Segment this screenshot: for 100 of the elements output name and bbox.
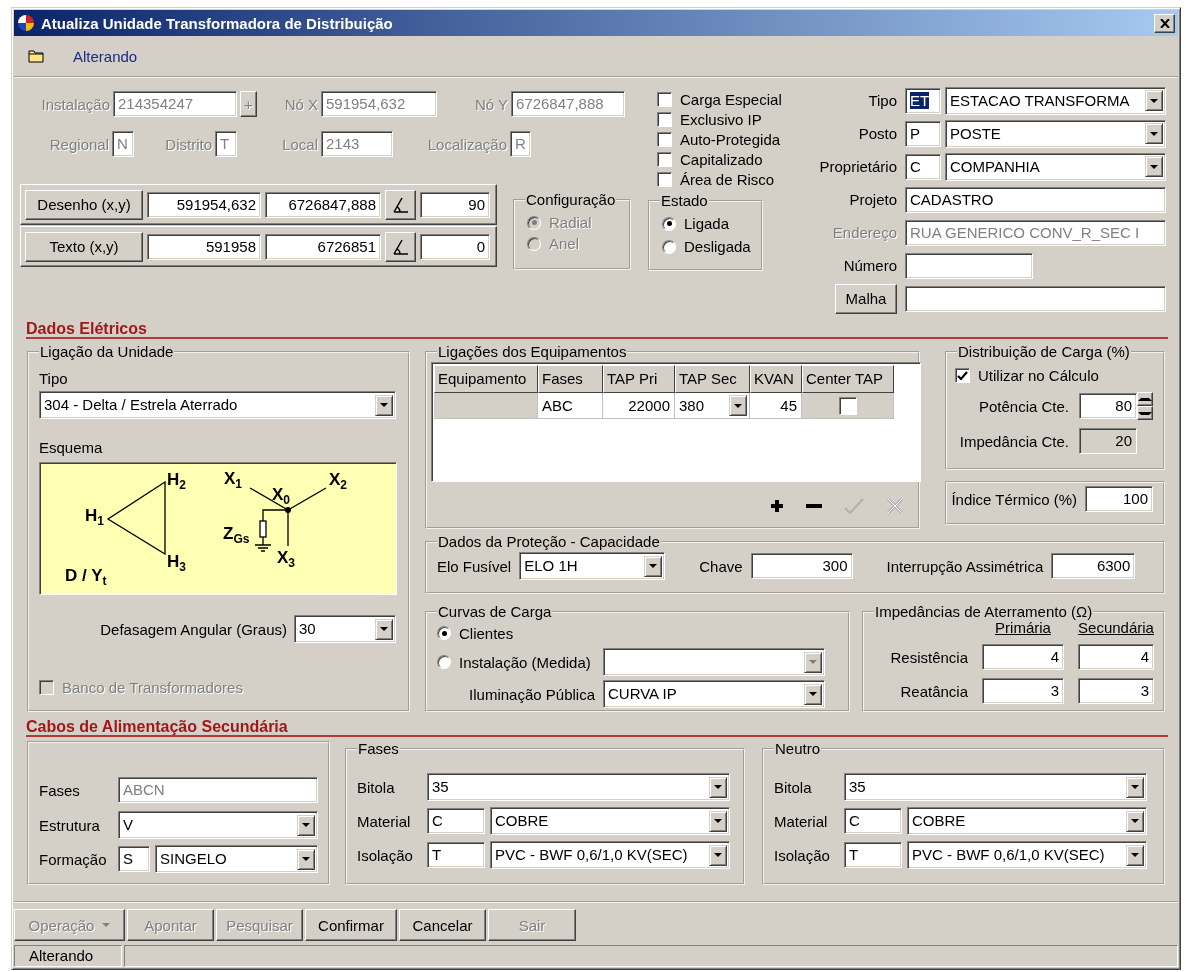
input-field[interactable]: C [844, 808, 902, 834]
spin-down-button[interactable] [1137, 406, 1153, 420]
field-label: Proprietário [818, 158, 897, 175]
checkbox[interactable] [657, 171, 672, 187]
dropdown-field[interactable]: COBRE [907, 807, 1147, 835]
input-field[interactable]: 0 [420, 233, 490, 260]
dropdown-button[interactable] [375, 394, 393, 416]
input-field[interactable]: 591958 [147, 233, 261, 260]
input-field[interactable]: 6726851 [265, 233, 381, 260]
diagram-label: H$_{2}$ [167, 471, 186, 495]
dropdown-field[interactable]: V [118, 811, 318, 839]
dropdown-field[interactable]: SINGELO [155, 845, 318, 873]
dropdown-field[interactable]: COBRE [490, 807, 730, 835]
dropdown-field[interactable]: ELO 1H [519, 552, 666, 580]
dropdown-button[interactable] [297, 848, 315, 870]
dropdown-button[interactable] [1145, 123, 1163, 144]
angle-button[interactable] [385, 231, 416, 262]
input-field[interactable]: 3 [982, 678, 1064, 704]
field-label: Nó Y [473, 95, 508, 113]
dropdown-field[interactable]: 35 [844, 773, 1147, 801]
dropdown-button[interactable] [644, 555, 663, 577]
field-label: Isolação [357, 846, 414, 864]
input-field[interactable]: 20 [1079, 428, 1137, 454]
checkbox[interactable] [657, 131, 672, 147]
radio-button[interactable] [662, 216, 676, 231]
field-label: Resistência [890, 648, 968, 666]
input-field[interactable]: 90 [420, 191, 490, 218]
malha-button[interactable]: Malha [835, 283, 897, 314]
plus-icon[interactable] [770, 499, 784, 513]
input-field[interactable]: 80 [1079, 393, 1137, 419]
close-button[interactable] [1154, 13, 1175, 33]
column-header: Fases [538, 365, 603, 393]
group-title: Ligações dos Equipamentos [438, 343, 627, 360]
dropdown-field[interactable]: PVC - BWF 0,6/1,0 KV(SEC) [490, 841, 730, 869]
field-label: Formação [39, 850, 108, 868]
input-field[interactable]: 4 [1078, 644, 1154, 670]
coordinate-button[interactable]: Texto (x,y) [25, 231, 143, 262]
column-header: Primária [995, 620, 1051, 636]
radio-button[interactable] [437, 626, 451, 640]
button[interactable]: Confirmar [305, 909, 397, 941]
dropdown-field[interactable]: 35 [427, 773, 730, 801]
input-field[interactable]: 591954,632 [147, 191, 261, 218]
checkbox[interactable] [657, 111, 672, 127]
checkbox-label: Área de Risco [680, 170, 775, 188]
diagram-label: Z$_{Gs}$ [223, 525, 250, 549]
dropdown-button[interactable] [709, 810, 727, 832]
input-field[interactable]: S [118, 846, 150, 872]
checkbox[interactable] [955, 368, 970, 383]
dropdown-button[interactable] [1145, 156, 1163, 177]
input-field[interactable] [905, 252, 1033, 279]
column-header: Equipamento [434, 365, 538, 393]
input-field[interactable]: 100 [1085, 486, 1153, 512]
dropdown-button[interactable] [709, 844, 727, 866]
field-label: Regional [48, 135, 109, 153]
input-field[interactable]: T [427, 842, 485, 868]
dropdown-button[interactable] [1126, 776, 1144, 798]
dropdown-button[interactable] [1126, 844, 1144, 866]
input-field[interactable]: ET [905, 87, 941, 114]
dropdown-field[interactable]: 30 [294, 615, 396, 643]
dropdown-cell[interactable]: 380 [675, 393, 750, 419]
angle-button[interactable] [385, 189, 416, 220]
diagram-label: X$_{0}$ [272, 486, 291, 510]
input-field[interactable]: C [427, 808, 485, 834]
input-field[interactable]: 4 [982, 644, 1064, 670]
coordinate-button[interactable]: Desenho (x,y) [25, 189, 143, 220]
input-field[interactable]: 6300 [1051, 553, 1136, 579]
input-field[interactable]: CADASTRO [905, 186, 1166, 213]
spin-up-button[interactable] [1137, 392, 1153, 406]
button[interactable]: Cancelar [399, 909, 486, 941]
dropdown-field[interactable]: POSTE [945, 119, 1166, 148]
checkbox[interactable] [838, 396, 857, 415]
checkbox[interactable] [657, 91, 672, 107]
dropdown-button[interactable] [729, 395, 747, 416]
dropdown-field[interactable]: COMPANHIA [945, 152, 1166, 181]
dropdown-button[interactable] [375, 618, 393, 640]
dropdown-button[interactable] [804, 683, 822, 705]
dropdown-field[interactable]: CURVA IP [603, 680, 825, 708]
folder-icon[interactable] [28, 49, 45, 63]
radio-button[interactable] [437, 655, 451, 669]
checkbox[interactable] [657, 151, 672, 167]
dropdown-field[interactable]: 304 - Delta / Estrela Aterrado [39, 391, 396, 419]
group-title: Ligação da Unidade [40, 343, 174, 360]
dropdown-field[interactable]: PVC - BWF 0,6/1,0 KV(SEC) [907, 841, 1147, 869]
input-field[interactable]: 300 [750, 553, 853, 579]
group-title: Configuração [526, 191, 616, 208]
input-field[interactable]: 6726847,888 [265, 191, 381, 218]
input-field[interactable]: 3 [1078, 678, 1154, 704]
input-field[interactable]: T [844, 842, 902, 868]
dropdown-button[interactable] [1126, 810, 1144, 832]
input-field[interactable]: C [905, 153, 941, 180]
dropdown-button[interactable] [1145, 90, 1163, 111]
input-field[interactable]: P [905, 120, 941, 147]
dropdown-button[interactable] [709, 776, 727, 798]
input-field[interactable] [905, 285, 1166, 312]
dropdown-button[interactable] [297, 814, 315, 836]
field-label: Bitola [774, 778, 813, 796]
dropdown-field[interactable]: ESTACAO TRANSFORMA [945, 86, 1166, 115]
radio-button[interactable] [662, 239, 676, 254]
field-label: Impedância Cte. [959, 432, 1069, 450]
field-label: Índice Térmico (%) [951, 490, 1077, 508]
